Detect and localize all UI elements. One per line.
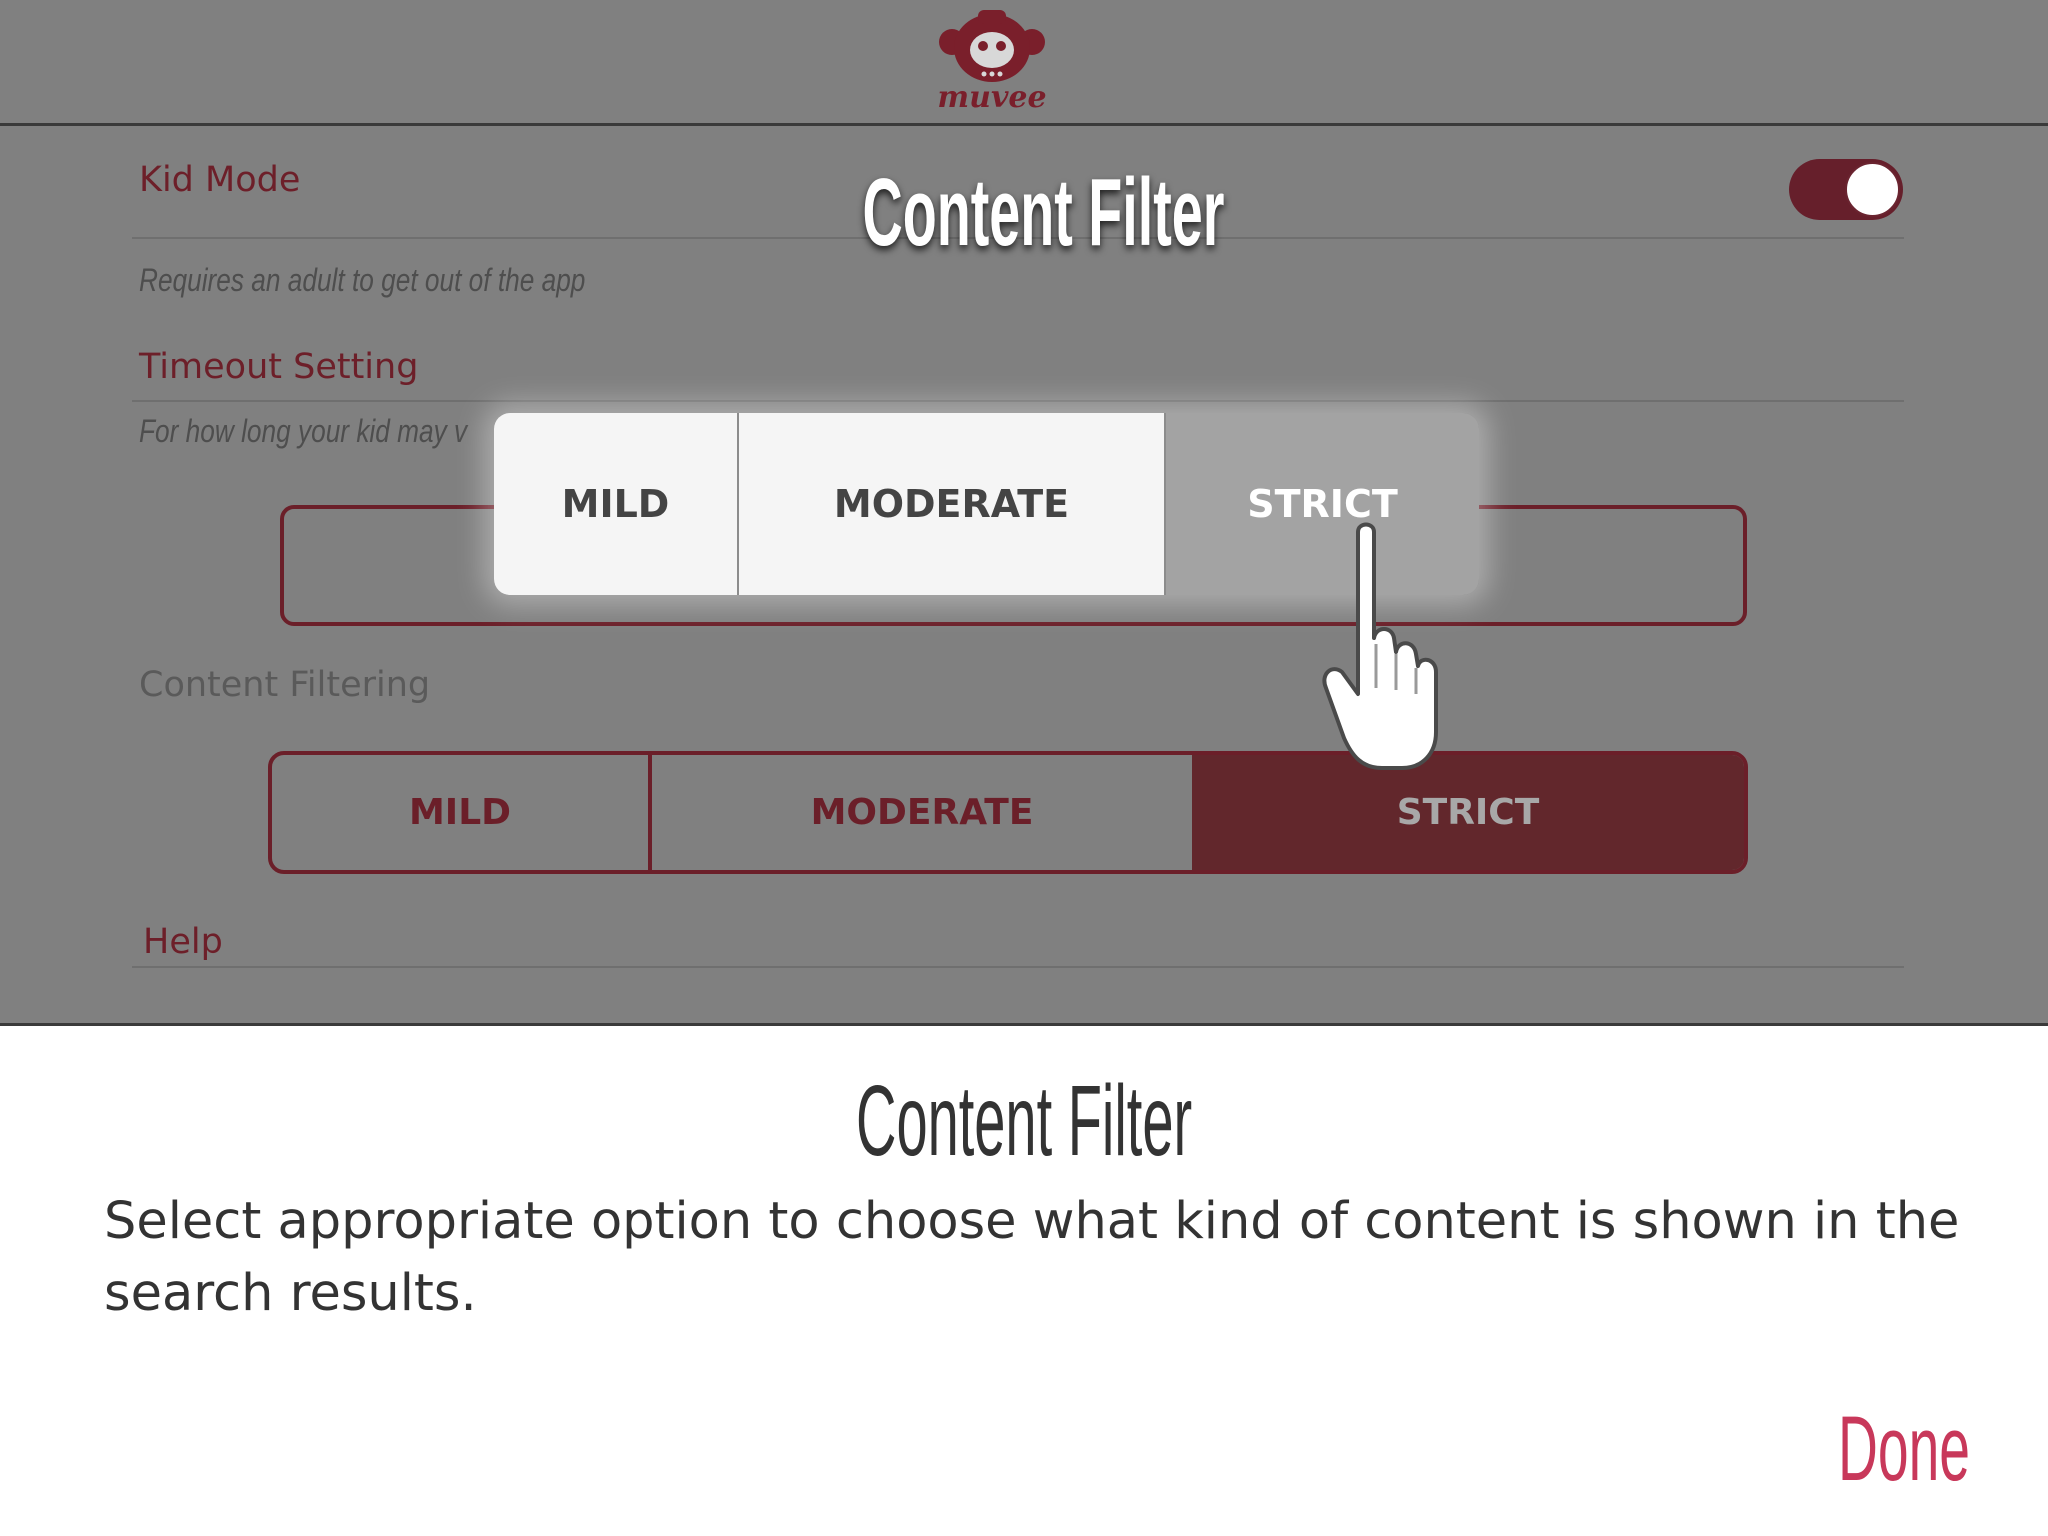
info-panel: Content Filter Select appropriate option… [0,1023,2048,1536]
content-filter-segmented-control: MILD MODERATE STRICT [268,751,1748,874]
filter-option-mild[interactable]: MILD [272,755,652,870]
app-screen: muvee Kid Mode Requires an adult to get … [0,0,2048,1023]
divider [132,400,1904,402]
kid-mode-toggle[interactable] [1789,159,1903,220]
toggle-knob [1845,162,1900,217]
kid-mode-description: Requires an adult to get out of the app [139,262,586,298]
muvee-logo: muvee [934,8,1050,115]
info-title: Content Filter [856,1065,1193,1177]
timeout-setting-label: Timeout Setting [139,347,419,387]
app-header: muvee [0,0,2048,126]
monkey-logo-icon [939,10,1045,82]
help-label[interactable]: Help [143,922,223,962]
timeout-description: For how long your kid may v [139,413,468,449]
info-body: Select appropriate option to choose what… [104,1192,1960,1323]
divider [132,966,1904,968]
filter-option-strict[interactable]: STRICT [1192,755,1744,870]
highlight-option-moderate[interactable]: MODERATE [739,413,1166,595]
kid-mode-label: Kid Mode [139,160,301,200]
pointing-hand-icon [1322,522,1438,770]
overlay-title: Content Filter [862,159,1225,266]
logo-text: muvee [937,80,1047,115]
content-filtering-label: Content Filtering [139,665,431,705]
highlight-option-mild[interactable]: MILD [494,413,739,595]
done-button[interactable]: Done [1838,1403,1970,1495]
filter-option-moderate[interactable]: MODERATE [652,755,1192,870]
